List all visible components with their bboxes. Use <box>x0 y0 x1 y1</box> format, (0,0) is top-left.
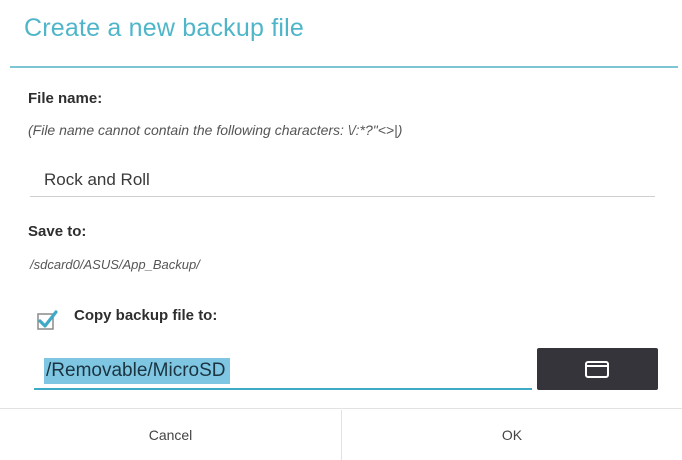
cancel-button[interactable]: Cancel <box>0 410 341 460</box>
dialog-title: Create a new backup file <box>24 14 304 42</box>
browse-folder-button[interactable] <box>537 348 658 390</box>
save-to-path: /sdcard0/ASUS/App_Backup/ <box>30 257 200 272</box>
ok-button[interactable]: OK <box>342 410 682 460</box>
checkmark-icon <box>37 310 58 330</box>
button-bar-divider <box>0 408 682 409</box>
destination-value: /Removable/MicroSD <box>44 358 230 384</box>
save-to-label: Save to: <box>28 223 87 240</box>
copy-backup-label[interactable]: Copy backup file to: <box>74 307 217 324</box>
folder-icon <box>585 361 609 378</box>
backup-dialog: Create a new backup file File name: (Fil… <box>0 0 682 460</box>
file-name-hint: (File name cannot contain the following … <box>28 122 403 138</box>
destination-input[interactable]: /Removable/MicroSD <box>34 350 532 390</box>
copy-backup-checkbox[interactable] <box>36 308 58 330</box>
title-divider <box>10 66 678 68</box>
file-name-label: File name: <box>28 90 103 107</box>
file-name-input[interactable] <box>30 163 655 197</box>
